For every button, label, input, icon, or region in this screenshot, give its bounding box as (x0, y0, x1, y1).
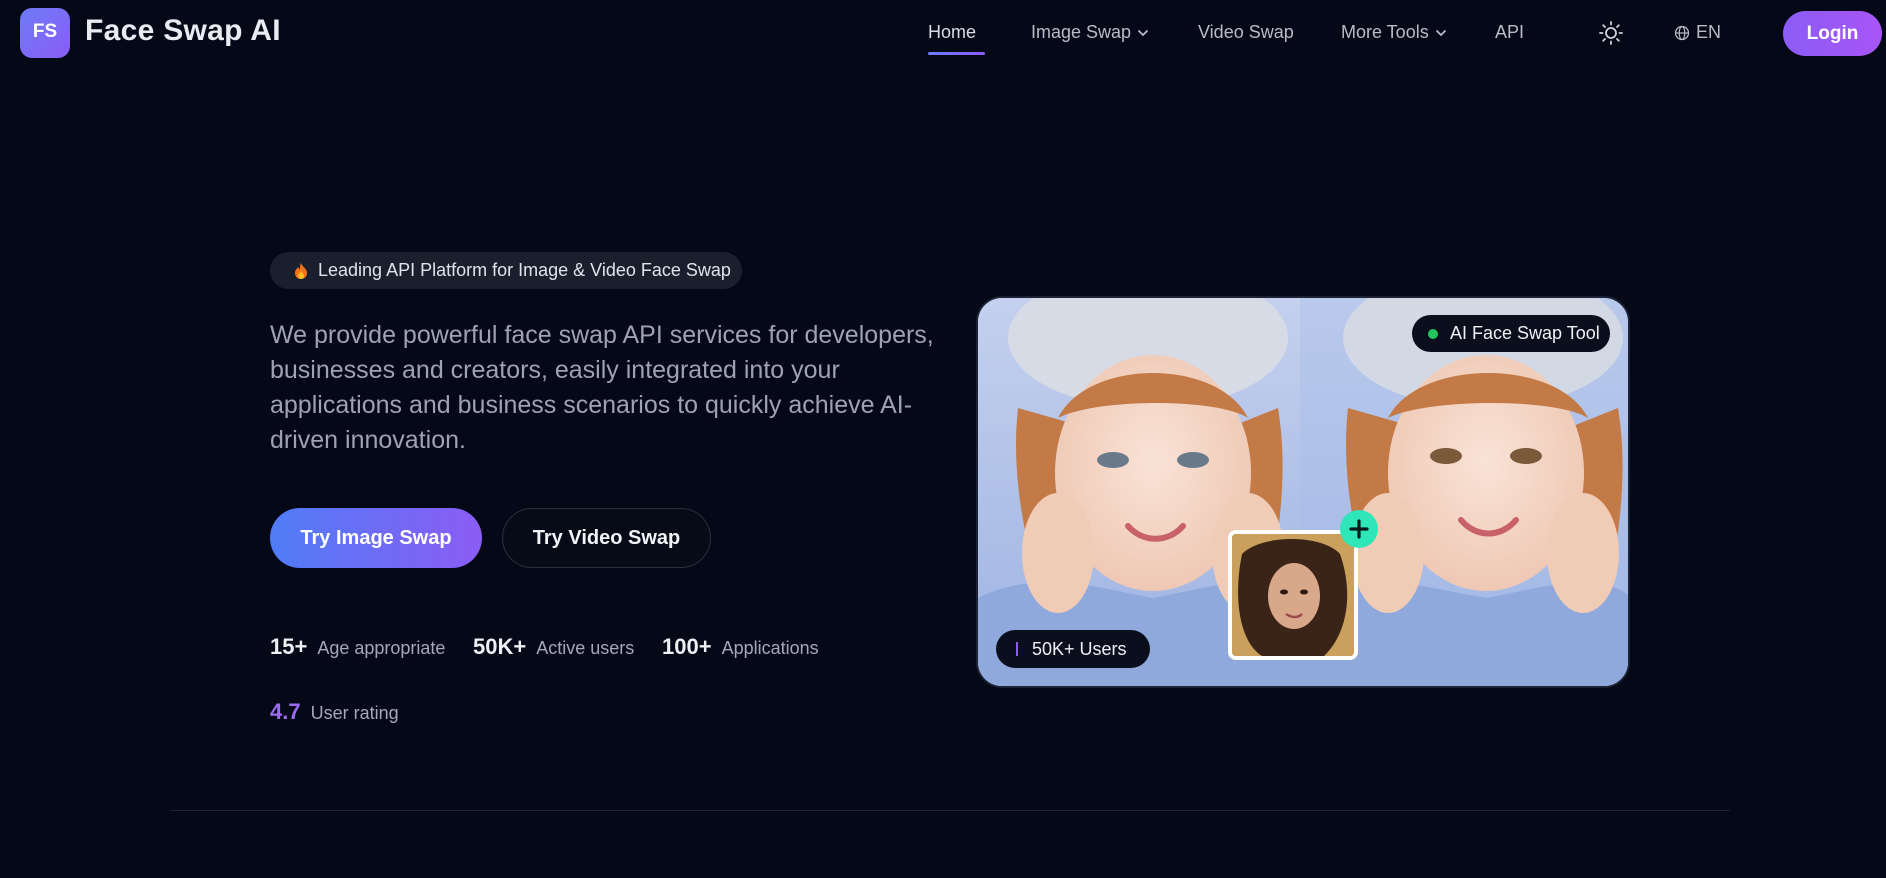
sun-icon[interactable] (1598, 20, 1624, 46)
nav-image-swap-label: Image Swap (1031, 22, 1132, 42)
try-video-swap-button[interactable]: Try Video Swap (502, 508, 711, 568)
tool-tag-label: AI Face Swap Tool (1450, 323, 1600, 343)
chevron-down-icon (1435, 29, 1446, 36)
stat-user-rating: 4.7 User rating (270, 699, 399, 725)
nav-image-swap[interactable]: Image Swap (1031, 22, 1149, 43)
globe-icon (1674, 25, 1690, 40)
plus-icon (1340, 510, 1378, 548)
nav-home-label: Home (928, 22, 977, 42)
nav-api-label: API (1495, 22, 1525, 42)
hero-badge-text: Leading API Platform for Image & Video F… (318, 260, 731, 280)
users-count-tag: 50K+ Users (996, 630, 1150, 668)
stat-label: Applications (721, 638, 819, 658)
section-divider (170, 810, 1730, 811)
status-dot-icon (1428, 328, 1438, 339)
stat-value: 50K+ (473, 634, 527, 659)
active-nav-indicator (928, 52, 985, 55)
source-face-thumbnail (1228, 530, 1358, 660)
source-face-image (1232, 534, 1354, 656)
users-tag-label: 50K+ Users (1032, 638, 1127, 659)
ai-face-swap-tool-tag: AI Face Swap Tool (1412, 315, 1610, 352)
nav-api[interactable]: API (1495, 22, 1524, 43)
stat-label: Active users (536, 638, 635, 658)
stat-label: Age appropriate (317, 638, 446, 658)
stat-age-appropriate: 15+ Age appropriate (270, 634, 445, 660)
tick-icon (1016, 642, 1018, 656)
stat-applications: 100+ Applications (662, 634, 819, 660)
stat-value: 100+ (662, 634, 712, 659)
nav-more-tools[interactable]: More Tools (1341, 22, 1447, 43)
nav-video-swap-label: Video Swap (1198, 22, 1294, 42)
hero-badge: Leading API Platform for Image & Video F… (270, 252, 742, 289)
login-button[interactable]: Login (1783, 11, 1882, 56)
stat-label: User rating (310, 703, 399, 723)
logo-text: FS (32, 21, 58, 42)
nav-home[interactable]: Home (928, 22, 976, 43)
top-navigation-bar: FS Face Swap AI Home Image Swap Video Sw… (0, 0, 1886, 66)
language-selector[interactable]: EN (1674, 22, 1721, 43)
fire-icon (295, 262, 307, 279)
nav-more-tools-label: More Tools (1341, 22, 1429, 42)
stat-active-users: 50K+ Active users (473, 634, 634, 660)
try-image-swap-button[interactable]: Try Image Swap (270, 508, 482, 568)
hero-description: We provide powerful face swap API servic… (270, 321, 934, 454)
brand-name[interactable]: Face Swap AI (85, 14, 281, 48)
stat-value: 15+ (270, 634, 308, 659)
chevron-down-icon (1138, 29, 1148, 36)
logo-icon[interactable]: FS (20, 8, 70, 58)
stat-value: 4.7 (270, 699, 301, 724)
language-label: EN (1696, 22, 1722, 42)
nav-video-swap[interactable]: Video Swap (1198, 22, 1294, 43)
